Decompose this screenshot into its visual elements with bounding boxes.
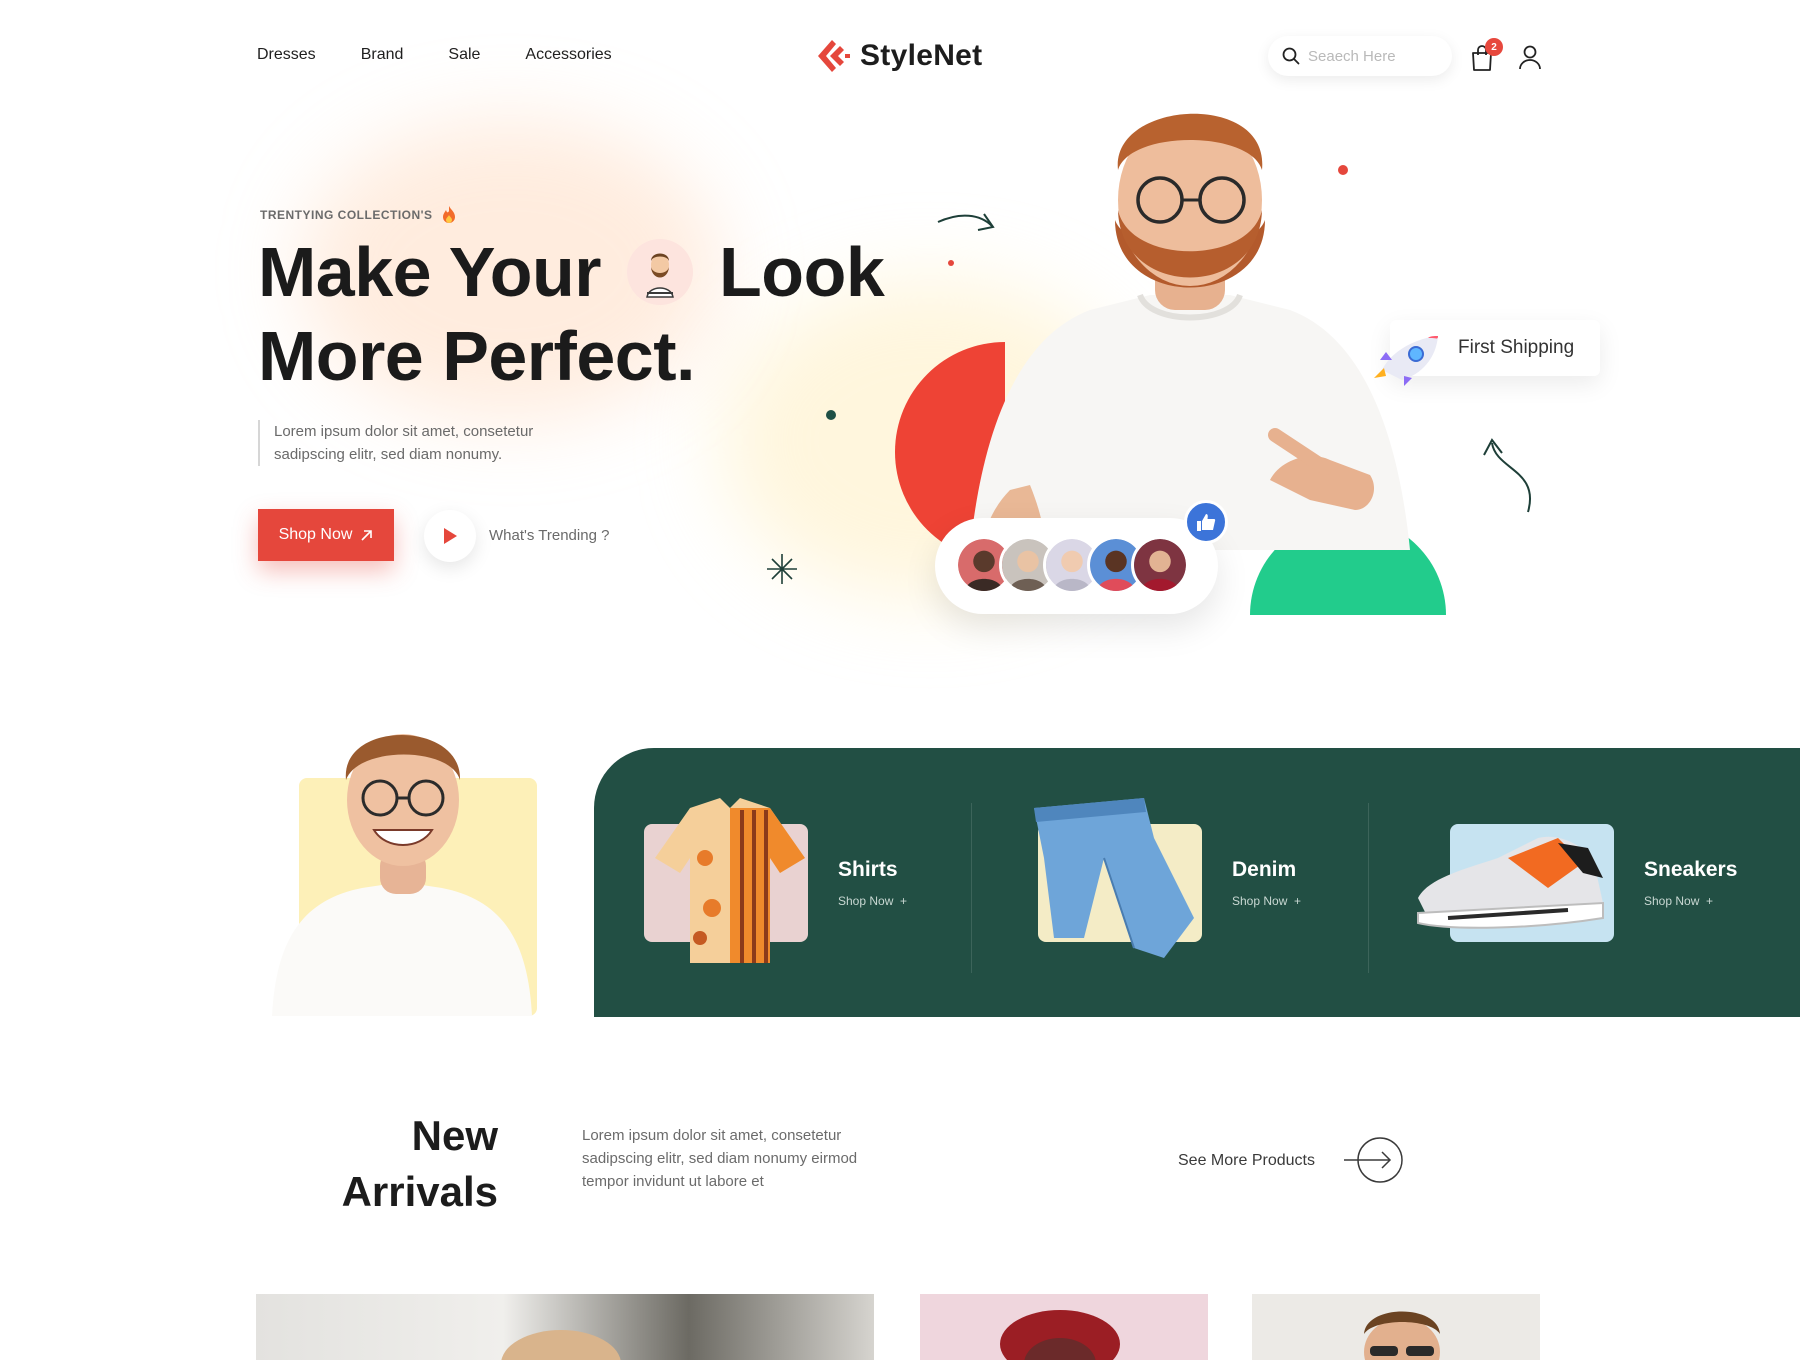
product-card[interactable] — [256, 1294, 874, 1360]
new-arrivals-title: New Arrivals — [300, 1108, 498, 1220]
product-card[interactable] — [1252, 1294, 1540, 1360]
category-shirts[interactable]: Shirts Shop Now + — [594, 748, 990, 1017]
sneaker-icon — [1417, 836, 1604, 929]
avatar — [1131, 536, 1189, 594]
shop-link-label: Shop Now — [838, 894, 894, 908]
divider — [1368, 803, 1369, 973]
category-shop-link[interactable]: Shop Now + — [838, 894, 907, 908]
see-more-products-link[interactable]: See More Products — [1178, 1152, 1315, 1170]
divider — [971, 803, 972, 973]
category-denim[interactable]: Denim Shop Now + — [988, 748, 1384, 1017]
category-sneakers[interactable]: Sneakers Shop Now + — [1400, 748, 1796, 1017]
shop-link-label: Shop Now — [1644, 894, 1700, 908]
category-name: Denim — [1232, 858, 1297, 881]
shirt-icon — [655, 798, 805, 963]
category-shop-link[interactable]: Shop Now + — [1644, 894, 1713, 908]
new-arrivals-title-line2: Arrivals — [341, 1168, 498, 1215]
category-name: Sneakers — [1644, 858, 1738, 881]
jeans-icon — [1034, 798, 1194, 958]
shop-link-label: Shop Now — [1232, 894, 1288, 908]
product-photo — [1000, 1310, 1120, 1360]
community-reactions-card — [935, 518, 1218, 614]
arrow-right-circle-icon[interactable] — [1342, 1136, 1404, 1184]
product-photo — [1364, 1311, 1440, 1360]
thumbs-up-icon — [1197, 514, 1216, 531]
rocket-icon — [1374, 336, 1438, 386]
category-band: Shirts Shop Now + Denim Shop Now + Sneak… — [594, 748, 1800, 1017]
first-shipping-label: First Shipping — [1458, 337, 1575, 358]
like-badge — [1184, 500, 1228, 544]
product-photo — [501, 1330, 621, 1360]
category-shop-link[interactable]: Shop Now + — [1232, 894, 1301, 908]
category-name: Shirts — [838, 858, 898, 881]
hero-model-photo — [970, 113, 1410, 550]
smiling-man-photo — [272, 734, 532, 1016]
new-arrivals-title-line1: New — [411, 1112, 498, 1159]
new-arrivals-description: Lorem ipsum dolor sit amet, consetetur s… — [582, 1127, 858, 1190]
product-card[interactable] — [920, 1294, 1208, 1360]
